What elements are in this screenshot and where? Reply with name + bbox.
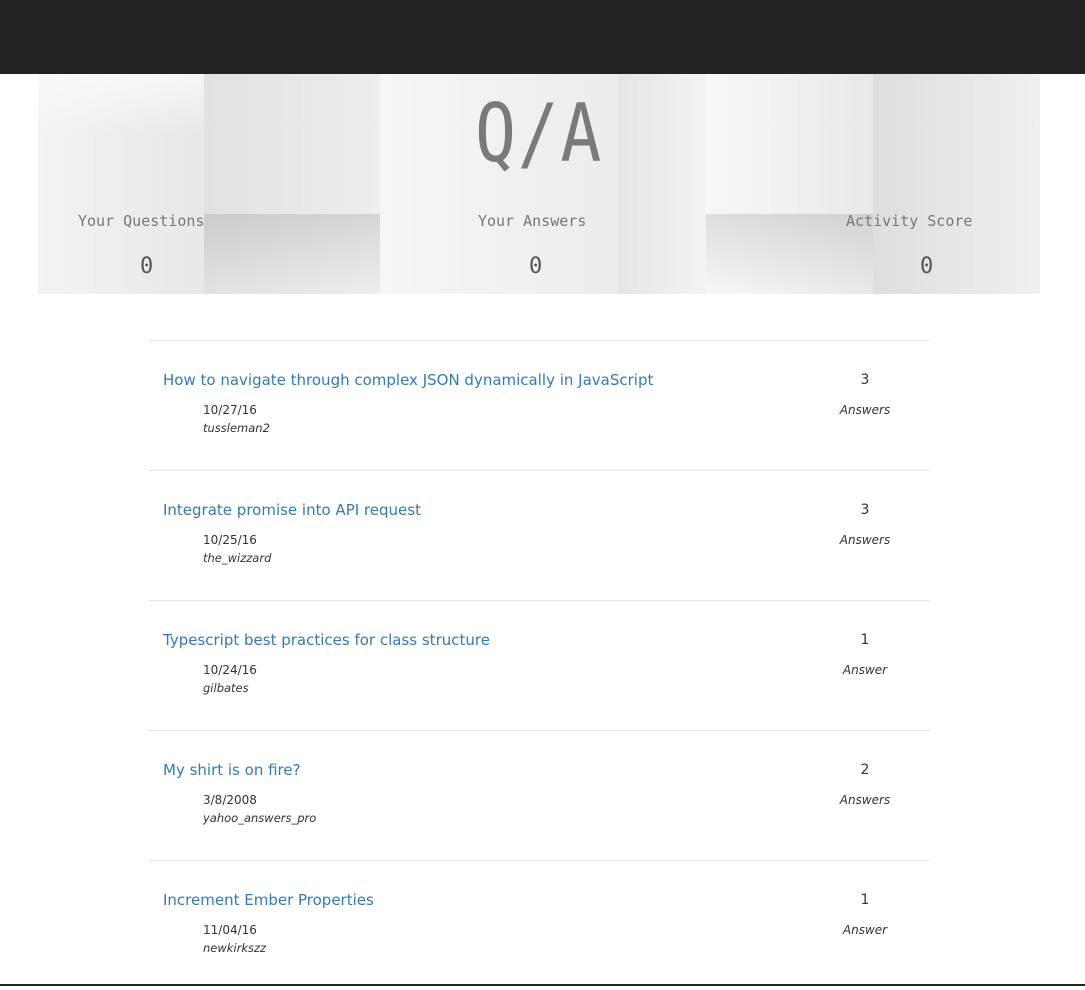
question-author: yahoo_answers_pro — [203, 811, 317, 825]
question-title-link[interactable]: Increment Ember Properties — [163, 891, 374, 909]
stat-label-questions: Your Questions — [78, 212, 205, 230]
answer-count-label: Answers — [839, 403, 891, 417]
question-date: 10/25/16 — [203, 533, 257, 547]
question-author: tussleman2 — [203, 421, 270, 435]
question-author: gilbates — [203, 681, 249, 695]
question-title-link[interactable]: Integrate promise into API request — [163, 501, 421, 519]
stat-value-activity-score: 0 — [920, 254, 934, 279]
question-date: 10/24/16 — [203, 663, 257, 677]
hero-banner: Q/A Your Questions 0 Your Answers 0 Acti… — [38, 74, 1040, 294]
question-date: 3/8/2008 — [203, 793, 257, 807]
question-author: newkirkszz — [203, 941, 267, 955]
question-title-link[interactable]: How to navigate through complex JSON dyn… — [163, 371, 653, 389]
question-title-link[interactable]: My shirt is on fire? — [163, 761, 301, 779]
stat-label-activity-score: Activity Score — [846, 212, 973, 230]
question-row: My shirt is on fire? 3/8/2008 yahoo_answ… — [148, 730, 930, 860]
stat-label-answers: Your Answers — [478, 212, 587, 230]
question-title-link[interactable]: Typescript best practices for class stru… — [163, 631, 490, 649]
stat-value-questions: 0 — [140, 254, 154, 279]
answer-count: 2 — [860, 762, 870, 778]
hero-fold-shadow — [204, 214, 380, 294]
page-title: Q/A — [475, 87, 603, 180]
question-date: 11/04/16 — [203, 923, 257, 937]
answer-count-label: Answers — [839, 793, 891, 807]
question-row: Integrate promise into API request 10/25… — [148, 470, 930, 600]
answer-count-label: Answer — [842, 923, 888, 937]
answer-count: 3 — [860, 372, 870, 388]
question-date: 10/27/16 — [203, 403, 257, 417]
question-row: Typescript best practices for class stru… — [148, 600, 930, 730]
answer-count: 3 — [860, 502, 870, 518]
stat-value-answers: 0 — [529, 254, 543, 279]
answer-count-label: Answer — [842, 663, 888, 677]
answer-count: 1 — [860, 632, 870, 648]
question-row: Increment Ember Properties 11/04/16 newk… — [148, 860, 930, 990]
question-row: How to navigate through complex JSON dyn… — [148, 340, 930, 470]
question-author: the_wizzard — [203, 551, 272, 565]
answer-count: 1 — [860, 892, 870, 908]
top-navbar — [0, 0, 1085, 74]
answer-count-label: Answers — [839, 533, 891, 547]
question-list: How to navigate through complex JSON dyn… — [148, 340, 930, 990]
